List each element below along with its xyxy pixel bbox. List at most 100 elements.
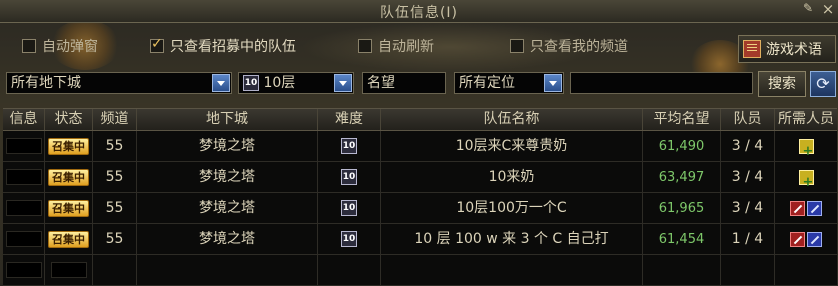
cell-channel: 55 (93, 162, 137, 192)
cell-members: 3 / 4 (721, 131, 775, 161)
cell-channel: 55 (93, 131, 137, 161)
physical-attacker-role-icon (790, 200, 805, 216)
only-my-channel-label: 只查看我的频道 (530, 39, 628, 55)
cell-status (45, 255, 93, 285)
avg-fame-value: 61,490 (658, 139, 705, 154)
cell-team-name (381, 255, 643, 285)
table-row[interactable] (3, 255, 837, 286)
close-icon[interactable]: × (820, 0, 836, 20)
team-name-text: 10层100万一个C (456, 200, 567, 216)
auto-refresh-label: 自动刷新 (378, 39, 434, 55)
channel-text: 55 (105, 138, 124, 154)
cell-info (3, 131, 45, 161)
cell-status: 召集中 (45, 131, 93, 161)
cell-dungeon: 梦境之塔 (137, 193, 318, 223)
empty-slot-box (50, 262, 87, 278)
cell-members: 3 / 4 (721, 162, 775, 192)
header-members[interactable]: 队员 (721, 109, 775, 130)
cell-difficulty: 10 (318, 131, 381, 161)
checkbox-box[interactable] (22, 39, 36, 53)
members-text: 1 / 4 (731, 231, 764, 247)
cell-info (3, 162, 45, 192)
cell-team-name: 10层来C来尊贵奶 (381, 131, 643, 161)
cell-status: 召集中 (45, 224, 93, 254)
table-row[interactable]: 召集中 55 梦境之塔 10 10来奶 63,497 3 / 4 (3, 162, 837, 193)
avg-fame-value: 63,497 (658, 170, 705, 185)
info-box[interactable] (5, 231, 42, 247)
cell-status: 召集中 (45, 193, 93, 223)
game-terms-label: 游戏术语 (766, 42, 822, 58)
cell-info (3, 193, 45, 223)
table-row[interactable]: 召集中 55 梦境之塔 10 10层100万一个C 61,965 3 / 4 (3, 193, 837, 224)
physical-attacker-role-icon (790, 231, 805, 247)
healer-role-icon (798, 168, 814, 192)
header-info[interactable]: 信息 (3, 109, 45, 130)
checkbox-box[interactable] (358, 39, 372, 53)
info-box[interactable] (5, 169, 42, 185)
table-row[interactable]: 召集中 55 梦境之塔 10 10层来C来尊贵奶 61,490 3 / 4 (3, 131, 837, 162)
search-button[interactable]: 搜索 (758, 71, 806, 97)
status-badge: 召集中 (48, 137, 89, 155)
window-titlebar[interactable]: 队伍信息(I) ✎ × (0, 0, 838, 23)
cell-dungeon (137, 255, 318, 285)
floor-level-icon: 10 (243, 75, 259, 91)
difficulty-icon: 10 (341, 231, 357, 247)
cell-members (721, 255, 775, 285)
search-input[interactable] (570, 72, 753, 94)
chevron-down-icon[interactable] (212, 74, 230, 92)
cell-dungeon: 梦境之塔 (137, 162, 318, 192)
cell-members: 1 / 4 (721, 224, 775, 254)
cell-needs (775, 162, 837, 192)
header-channel[interactable]: 频道 (93, 109, 137, 130)
dungeon-text: 梦境之塔 (199, 200, 255, 216)
cell-avg-fame: 61,965 (643, 193, 721, 223)
info-box[interactable] (5, 138, 42, 154)
cell-avg-fame: 61,454 (643, 224, 721, 254)
game-terms-button[interactable]: 游戏术语 (738, 35, 836, 63)
header-dungeon[interactable]: 地下城 (137, 109, 318, 130)
header-team-name[interactable]: 队伍名称 (381, 109, 643, 130)
floor-select[interactable]: 10 10层 (238, 72, 354, 94)
status-badge: 召集中 (48, 199, 89, 217)
auto-popup-checkbox[interactable]: 自动弹窗 (22, 37, 98, 55)
chevron-down-icon[interactable] (334, 74, 352, 92)
channel-text: 55 (105, 200, 124, 216)
header-status[interactable]: 状态 (45, 109, 93, 130)
info-box[interactable] (5, 200, 42, 216)
cell-team-name: 10 层 100 w 来 3 个 C 自己打 (381, 224, 643, 254)
fame-input[interactable]: 名望 (362, 72, 446, 94)
auto-refresh-checkbox[interactable]: 自动刷新 (358, 37, 434, 55)
cell-dungeon: 梦境之塔 (137, 224, 318, 254)
cell-difficulty: 10 (318, 224, 381, 254)
table-header: 信息 状态 频道 地下城 难度 队伍名称 平均名望 队员 所需人员 (3, 108, 837, 131)
dungeon-text: 梦境之塔 (199, 138, 255, 154)
checkbox-box-checked[interactable] (150, 36, 164, 53)
header-avg-fame[interactable]: 平均名望 (643, 109, 721, 130)
members-text: 3 / 4 (731, 138, 764, 154)
cell-team-name: 10来奶 (381, 162, 643, 192)
members-text: 3 / 4 (731, 200, 764, 216)
only-my-channel-checkbox[interactable]: 只查看我的频道 (510, 37, 628, 55)
cell-info (3, 224, 45, 254)
header-difficulty[interactable]: 难度 (318, 109, 381, 130)
avg-fame-value: 61,965 (658, 201, 705, 216)
refresh-icon[interactable]: ⟳ (810, 71, 836, 97)
cell-channel: 55 (93, 224, 137, 254)
only-recruiting-checkbox[interactable]: 只查看招募中的队伍 (150, 36, 296, 55)
cell-avg-fame (643, 255, 721, 285)
cell-dungeon: 梦境之塔 (137, 131, 318, 161)
chevron-down-icon[interactable] (544, 74, 562, 92)
table-row[interactable]: 召集中 55 梦境之塔 10 10 层 100 w 来 3 个 C 自己打 61,454 1… (3, 224, 837, 255)
checkbox-box[interactable] (510, 39, 524, 53)
cell-channel (93, 255, 137, 285)
pin-icon[interactable]: ✎ (800, 1, 816, 19)
header-needs[interactable]: 所需人员 (775, 109, 837, 130)
cell-info (3, 255, 45, 285)
position-select[interactable]: 所有定位 (454, 72, 564, 94)
cell-status: 召集中 (45, 162, 93, 192)
difficulty-icon: 10 (341, 138, 357, 154)
team-name-text: 10层来C来尊贵奶 (455, 138, 568, 154)
dungeon-select[interactable]: 所有地下城 (6, 72, 232, 94)
status-badge: 召集中 (48, 230, 89, 248)
cell-difficulty (318, 255, 381, 285)
